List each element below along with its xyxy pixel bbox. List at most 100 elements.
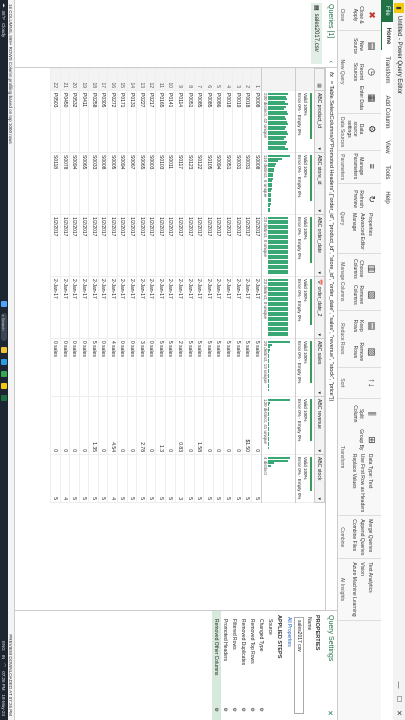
table-cell[interactable]: 0 sales — [79, 338, 89, 397]
excel-icon[interactable] — [1, 394, 7, 401]
table-cell[interactable]: 5 — [50, 454, 61, 503]
table-row[interactable]: 1 P0008 S0008 1/2/2017 2-Jan-17 5 sales 0 5 — [251, 68, 262, 503]
table-cell[interactable]: S0005 — [108, 152, 118, 215]
table-cell[interactable]: S0118 — [50, 152, 61, 215]
split-column-button[interactable]: ⫼ Split Column — [345, 402, 379, 426]
table-cell[interactable]: 0 — [146, 396, 156, 455]
combine-files-button[interactable]: Combine Files — [351, 519, 357, 555]
table-cell[interactable]: 1/2/2017 — [50, 214, 61, 277]
table-cell[interactable]: 0 — [213, 396, 224, 455]
applied-step[interactable]: Changed Type ⚙ — [257, 611, 266, 720]
vision-button[interactable]: Vision — [359, 562, 365, 616]
column-type-icon[interactable]: ABC — [317, 217, 323, 227]
table-cell[interactable]: 0 — [251, 396, 262, 455]
applied-step[interactable]: Filtered Rows ⚙ — [230, 611, 239, 720]
table-cell[interactable]: 5 — [155, 454, 166, 503]
new-source-button[interactable]: ▤ New Source — [345, 34, 379, 58]
table-cell[interactable]: 5 — [203, 454, 214, 503]
file-explorer-icon[interactable] — [1, 346, 7, 353]
table-cell[interactable]: S0051 — [223, 152, 233, 215]
table-row[interactable]: 14 P0131 S0067 1/2/2017 2-Jan-17 0 sales 0 5 — [127, 68, 137, 503]
column-header-4[interactable]: 📅 order_date_2 ▾ — [314, 276, 325, 339]
table-cell[interactable]: P0503 — [50, 90, 61, 153]
table-cell[interactable]: 2-Jan-17 — [223, 276, 233, 339]
table-cell[interactable]: P0085 — [203, 90, 214, 153]
query-name-input[interactable]: sales2017 csv — [294, 617, 304, 714]
table-cell[interactable]: P0019 — [232, 90, 243, 153]
table-cell[interactable]: 1/2/2017 — [88, 214, 99, 277]
table-cell[interactable]: P0085 — [194, 90, 204, 153]
table-cell[interactable]: P0114 — [175, 90, 185, 153]
table-cell[interactable]: 1/2/2017 — [136, 214, 147, 277]
table-cell[interactable]: 5 sales — [165, 338, 176, 397]
table-cell[interactable]: 5 — [98, 454, 108, 503]
table-cell[interactable]: 1.3 — [155, 396, 166, 455]
chevron-down-icon[interactable]: ▾ — [317, 271, 323, 274]
table-cell[interactable]: 0 — [79, 396, 89, 455]
table-cell[interactable]: S0065 — [79, 152, 89, 215]
table-row[interactable]: 12 P0217 S0003 1/2/2017 2-Jan-17 0 sales 0 5 — [146, 68, 156, 503]
table-cell[interactable]: 5 sales — [155, 338, 166, 397]
table-cell[interactable]: P0217 — [146, 90, 156, 153]
table-cell[interactable]: 0 sales — [117, 338, 128, 397]
table-cell[interactable]: 0 — [203, 396, 214, 455]
data-type-dropdown[interactable]: Data Type: Text — [367, 454, 373, 512]
table-row[interactable]: 5 P0086 S0094 1/2/2017 2-Jan-17 5 sales 0 5 — [213, 68, 224, 503]
table-cell[interactable]: 5 — [213, 454, 224, 503]
table-cell[interactable]: 5 — [127, 454, 137, 503]
table-cell[interactable]: 4 — [108, 454, 118, 503]
table-cell[interactable]: S0008 — [98, 152, 108, 215]
chrome-icon[interactable] — [1, 370, 7, 377]
data-source-settings-button[interactable]: ⚙ Data source settings — [345, 117, 379, 141]
windows-start-icon[interactable] — [1, 300, 7, 307]
azure-ml-button[interactable]: Azure Machine Learning — [351, 562, 357, 616]
all-properties-link[interactable]: All Properties — [285, 611, 293, 720]
table-cell[interactable]: P0008 — [251, 90, 262, 153]
advanced-editor-button[interactable]: Advanced Editor — [359, 213, 365, 250]
table-cell[interactable]: 5 sales — [88, 338, 99, 397]
table-cell[interactable]: 0 — [69, 396, 80, 455]
table-cell[interactable]: 1/2/2017 — [175, 214, 185, 277]
table-cell[interactable]: 2-Jan-17 — [165, 276, 176, 339]
table-cell[interactable]: 5 — [79, 454, 89, 503]
table-cell[interactable]: S0065 — [136, 152, 147, 215]
table-cell[interactable]: 0 sales — [50, 338, 61, 397]
refresh-preview-button[interactable]: ↻ Refresh Preview — [345, 187, 379, 211]
applied-step[interactable]: Removed Top Rows ⚙ — [248, 611, 257, 720]
table-cell[interactable]: 0 sales — [98, 338, 108, 397]
chevron-down-icon[interactable]: ▾ — [317, 497, 323, 500]
table-row[interactable]: 7 P0085 S0122 1/2/2017 2-Jan-17 5 sales 1.58 5 — [194, 68, 204, 503]
merge-queries-button[interactable]: Merge Queries — [367, 519, 373, 555]
table-cell[interactable]: S0033 — [88, 152, 99, 215]
table-cell[interactable]: 2-Jan-17 — [175, 276, 185, 339]
table-cell[interactable]: 2-Jan-17 — [194, 276, 204, 339]
table-row[interactable]: 22 P0503 S0118 1/2/2017 2-Jan-17 0 sales 0 5 — [50, 68, 61, 503]
table-cell[interactable]: 0 — [165, 396, 176, 455]
table-cell[interactable]: S0123 — [184, 152, 195, 215]
table-cell[interactable]: P0051 — [184, 90, 195, 153]
chevron-down-icon[interactable]: ▾ — [317, 147, 323, 150]
table-cell[interactable]: P0411 — [79, 90, 89, 153]
close-button[interactable]: ✕ — [395, 706, 403, 720]
tab-view[interactable]: View — [381, 135, 393, 160]
tab-file[interactable]: File — [381, 0, 393, 22]
column-type-icon[interactable]: ABC — [317, 399, 323, 409]
column-header-5[interactable]: ABC sales ▾ — [314, 338, 325, 397]
table-cell[interactable]: 5 — [232, 454, 243, 503]
table-cell[interactable]: S0067 — [127, 152, 137, 215]
table-cell[interactable]: 3 sales — [136, 338, 147, 397]
table-cell[interactable]: S0003 — [146, 152, 156, 215]
table-row[interactable]: 10 P0141 S0011 1/2/2017 2-Jan-17 5 sales 0 5 — [165, 68, 176, 503]
table-cell[interactable]: 1/2/2017 — [203, 214, 214, 277]
table-cell[interactable]: 4 sales — [108, 338, 118, 397]
table-row[interactable]: 18 P0258 S0033 1/2/2017 2-Jan-17 5 sales 1.35 5 — [88, 68, 99, 503]
append-queries-button[interactable]: Append Queries — [359, 519, 365, 555]
table-row[interactable]: 6 P0085 S0105 1/2/2017 2-Jan-17 5 sales 0 5 — [203, 68, 214, 503]
close-icon[interactable]: ✕ — [326, 710, 334, 716]
gear-icon[interactable]: ⚙ — [232, 708, 238, 712]
table-cell[interactable]: 5 — [136, 454, 147, 503]
table-cell[interactable]: 0 sales — [69, 338, 80, 397]
table-cell[interactable]: 5 sales — [251, 338, 262, 397]
table-cell[interactable]: 0 — [223, 396, 233, 455]
table-row[interactable]: 20 P0532 S0094 1/2/2017 2-Jan-17 0 sales 0 5 — [69, 68, 80, 503]
